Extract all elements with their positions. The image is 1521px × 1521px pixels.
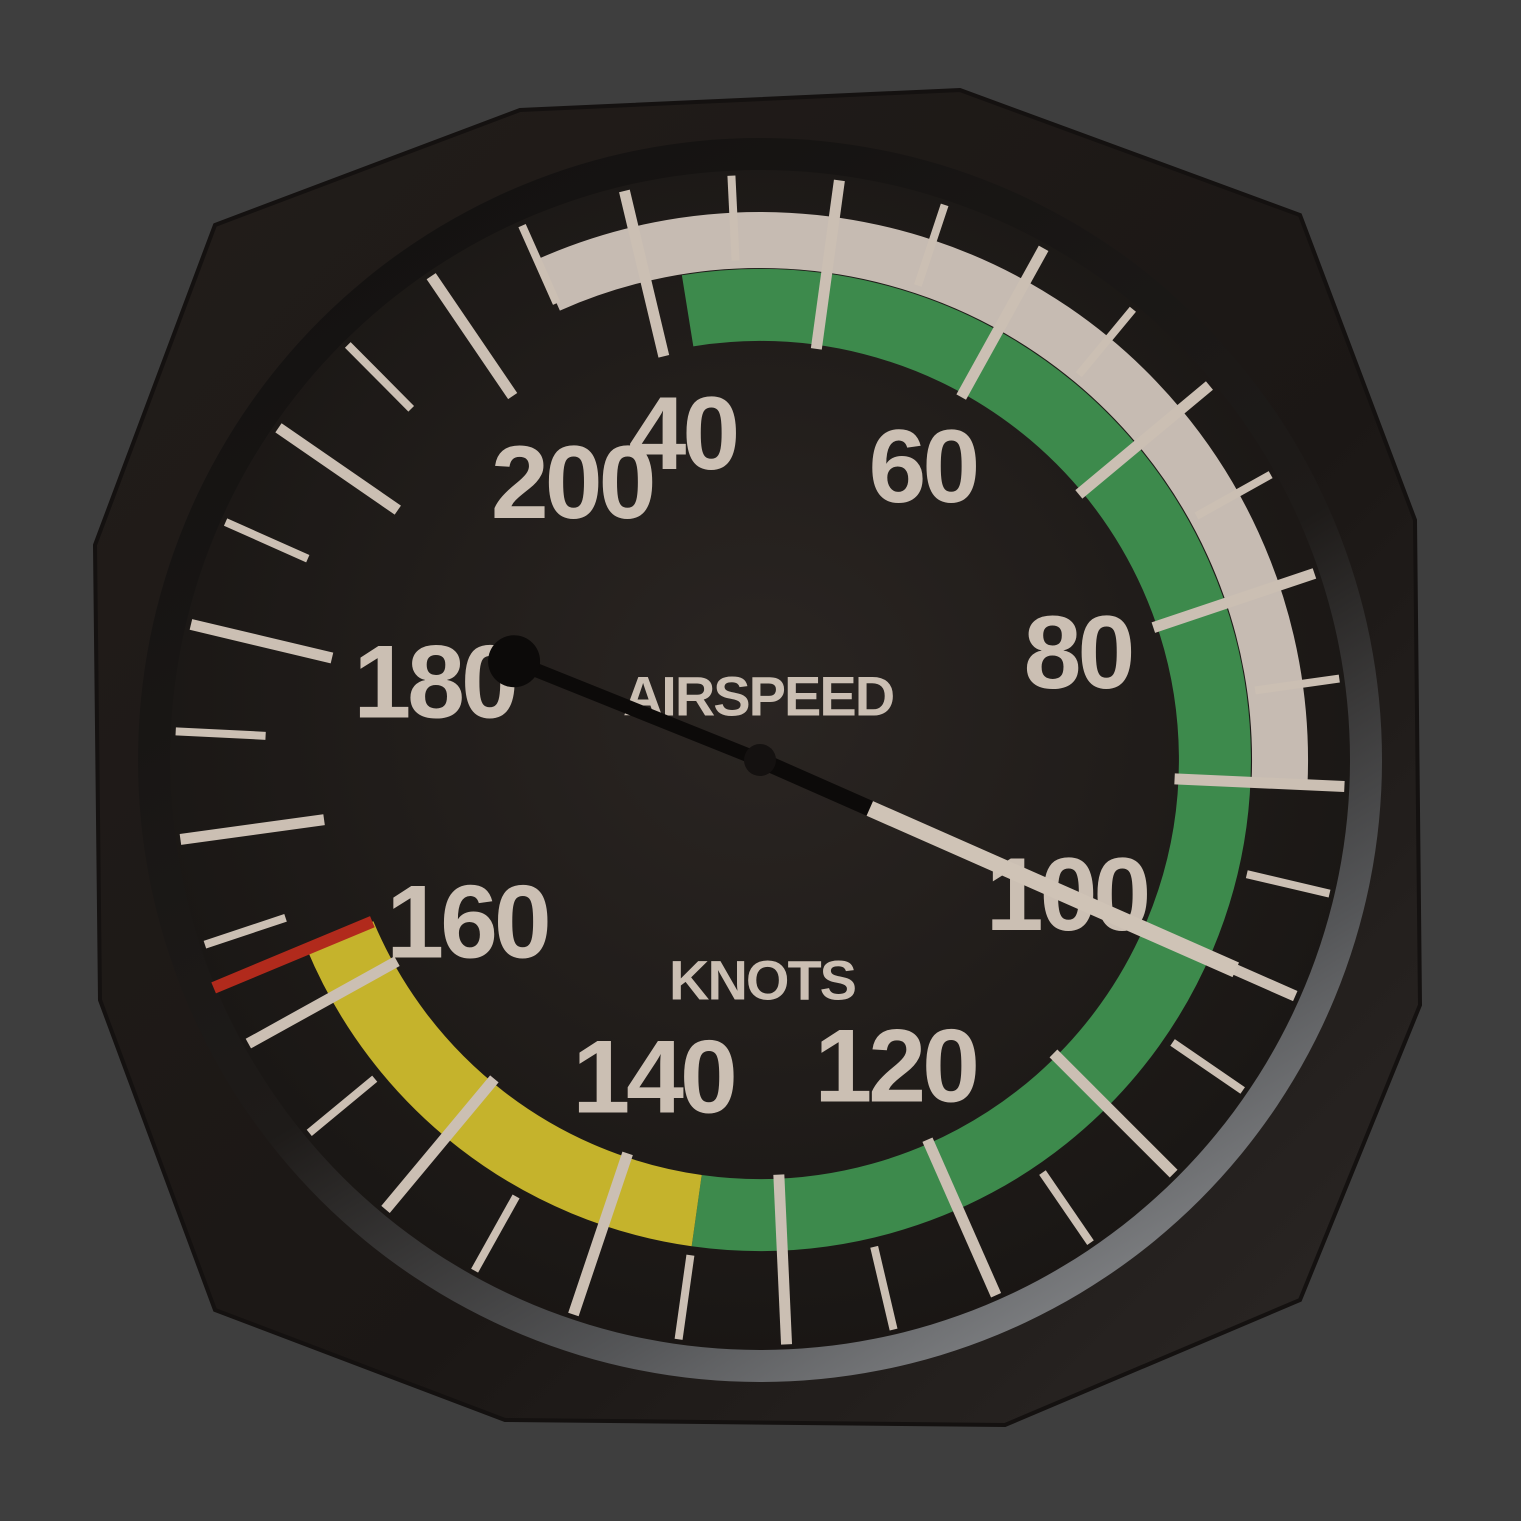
needle-hub [744,744,776,776]
numeral-120: 120 [814,1009,976,1125]
numeral-140: 140 [572,1020,734,1136]
numeral-180: 180 [353,624,515,740]
numeral-200: 200 [491,425,653,541]
minor-tick [727,175,740,261]
numeral-160: 160 [386,864,548,980]
numeral-60: 60 [869,409,977,525]
unit-label: KNOTS [669,949,856,1012]
airspeed-gauge-svg: 406080100120140160180200 AIRSPEED KNOTS [92,87,1423,1428]
major-tick [773,1174,793,1345]
needle-counterweight [488,635,541,688]
airspeed-indicator: 406080100120140160180200 AIRSPEED KNOTS [0,0,1521,1521]
minor-tick [175,727,266,740]
major-tick [1174,773,1345,793]
numeral-80: 80 [1024,595,1132,711]
